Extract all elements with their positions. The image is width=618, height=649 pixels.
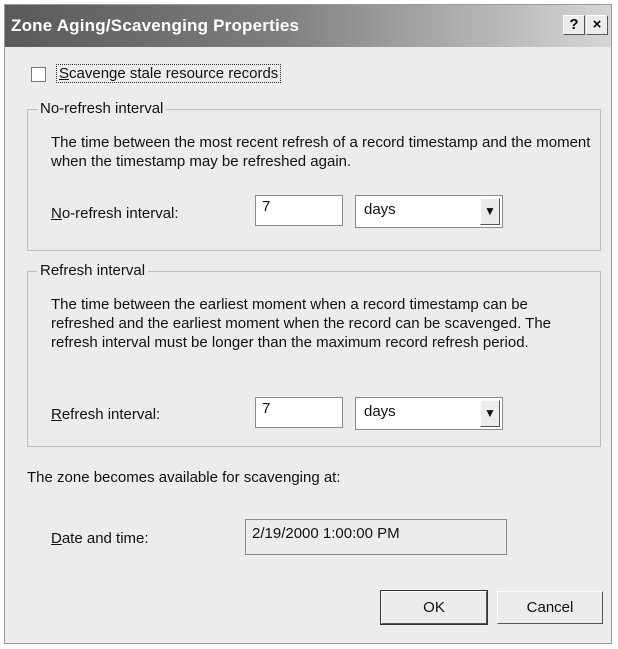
cancel-button[interactable]: Cancel bbox=[497, 591, 603, 624]
no-refresh-field-label: No-refresh interval: bbox=[51, 205, 179, 222]
no-refresh-group bbox=[27, 109, 601, 251]
refresh-unit-value: days bbox=[364, 403, 396, 420]
refresh-field-label: Refresh interval: bbox=[51, 406, 161, 423]
help-button[interactable]: ? bbox=[563, 15, 585, 35]
no-refresh-unit-select[interactable]: days ▼ bbox=[355, 195, 503, 228]
refresh-value-input[interactable]: 7 bbox=[255, 397, 343, 428]
chevron-down-icon[interactable]: ▼ bbox=[480, 198, 500, 225]
scavenge-checkbox[interactable] bbox=[31, 67, 46, 82]
chevron-down-icon[interactable]: ▼ bbox=[480, 400, 500, 427]
refresh-description: The time between the earliest moment whe… bbox=[51, 296, 552, 351]
refresh-unit-select[interactable]: days ▼ bbox=[355, 397, 503, 430]
dialog-window: Zone Aging/Scavenging Properties ? × Sca… bbox=[4, 4, 612, 644]
close-button[interactable]: × bbox=[586, 15, 608, 35]
no-refresh-group-title: No-refresh interval bbox=[37, 100, 167, 117]
date-time-field: 2/19/2000 1:00:00 PM bbox=[245, 519, 507, 555]
ok-button[interactable]: OK bbox=[380, 590, 488, 625]
no-refresh-description: The time between the most recent refresh… bbox=[51, 134, 591, 170]
availability-text: The zone becomes available for scavengin… bbox=[27, 469, 341, 486]
no-refresh-value-input[interactable]: 7 bbox=[255, 195, 343, 226]
title-bar[interactable]: Zone Aging/Scavenging Properties ? × bbox=[5, 5, 611, 47]
no-refresh-unit-value: days bbox=[364, 201, 396, 218]
scavenge-checkbox-label[interactable]: Scavenge stale resource records bbox=[56, 64, 282, 83]
date-time-label: Date and time: bbox=[51, 530, 149, 547]
dialog-title: Zone Aging/Scavenging Properties bbox=[11, 16, 300, 35]
refresh-group-title: Refresh interval bbox=[37, 262, 149, 279]
